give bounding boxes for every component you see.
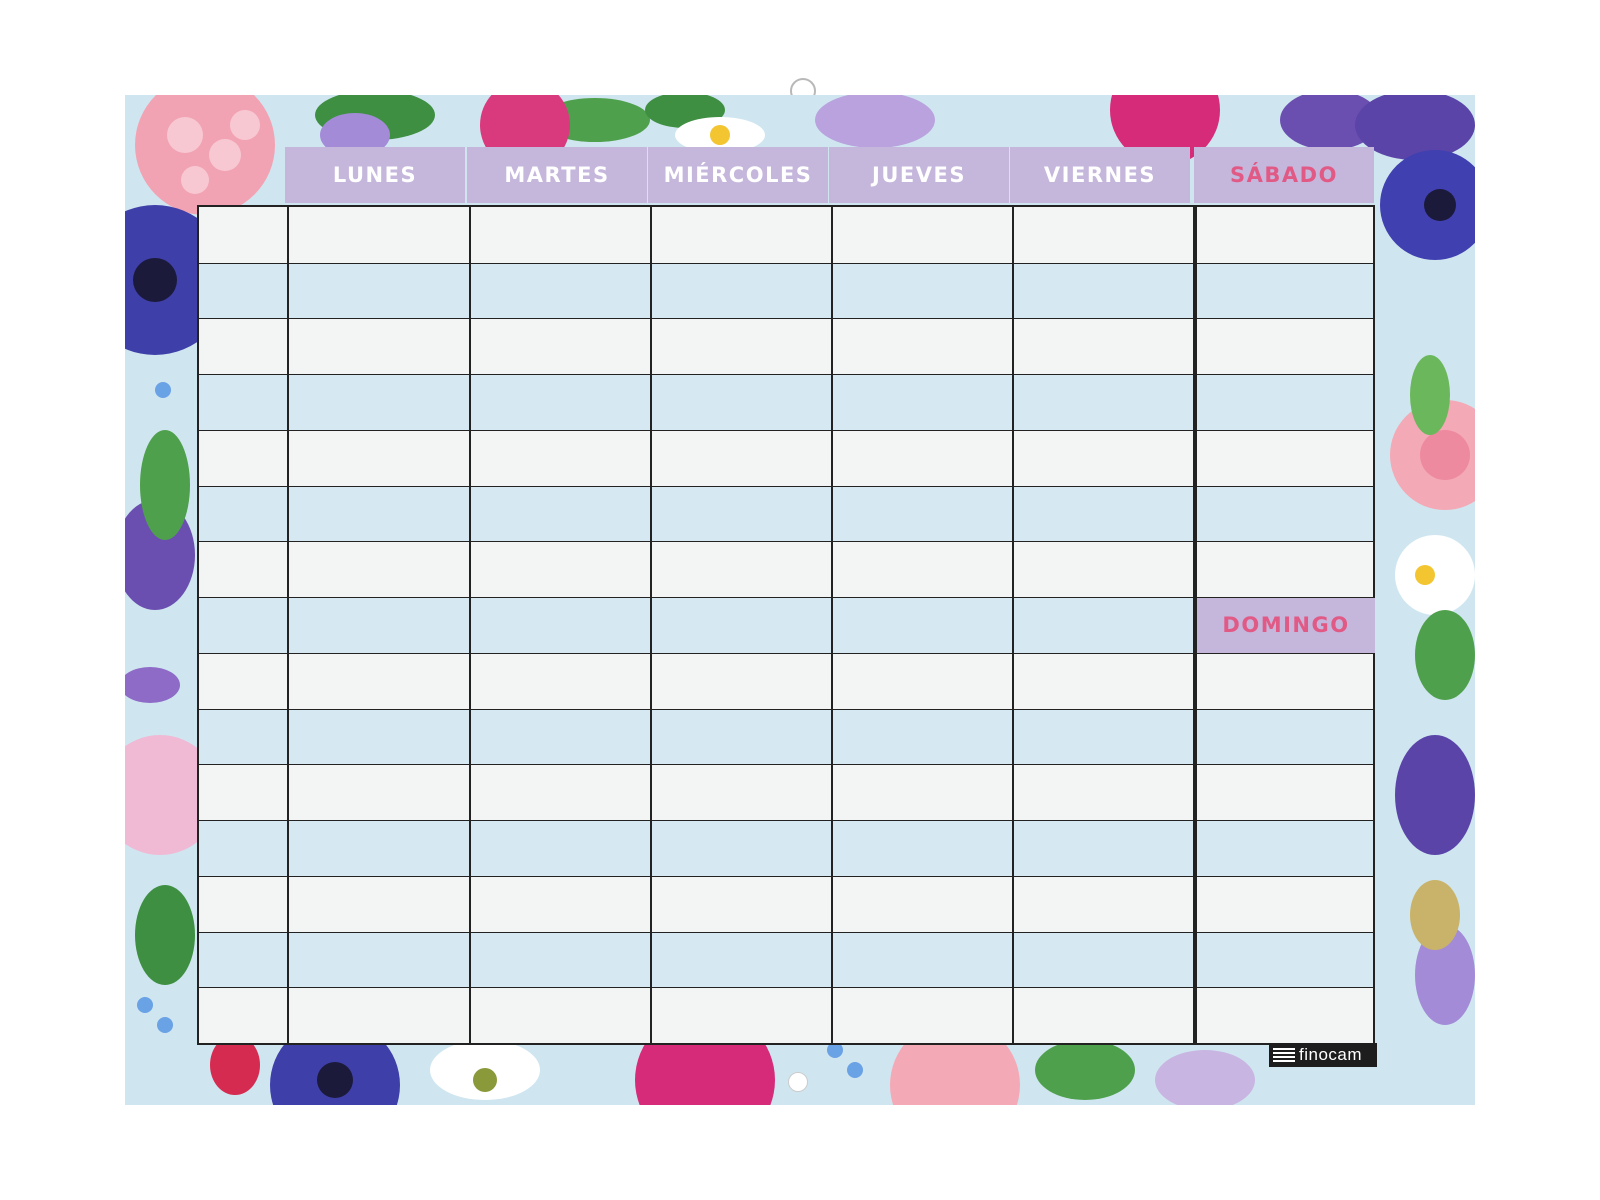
column-divider (287, 207, 289, 1043)
header-day: VIERNES (1010, 147, 1190, 203)
brand-logo: finocam (1269, 1043, 1377, 1067)
column-divider (831, 207, 833, 1043)
timetable-grid: DOMINGO (197, 205, 1375, 1045)
wall-planner-sheet: LUNES MARTES MIÉRCOLES JUEVES VIERNES SÁ… (125, 95, 1475, 1105)
brand-name: finocam (1299, 1045, 1363, 1064)
hydrangea-pink-icon (135, 95, 275, 215)
header-day: MIÉRCOLES (648, 147, 828, 203)
hanging-hole (788, 1072, 808, 1092)
column-divider (469, 207, 471, 1043)
header-day: MARTES (467, 147, 647, 203)
header-saturday: SÁBADO (1194, 147, 1374, 203)
brand-lines-icon (1273, 1048, 1295, 1062)
column-divider (650, 207, 652, 1043)
header-day: LUNES (285, 147, 465, 203)
column-divider (1012, 207, 1014, 1043)
header-day: JUEVES (829, 147, 1009, 203)
header-sunday: DOMINGO (1197, 598, 1375, 653)
